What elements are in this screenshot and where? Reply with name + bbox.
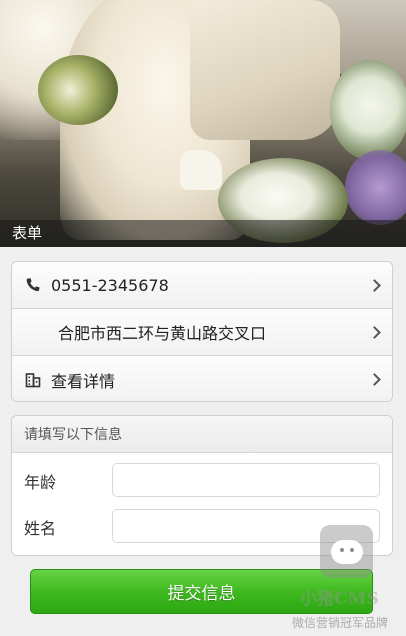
form-header: 请填写以下信息 — [12, 416, 392, 453]
banner-shoe — [180, 150, 222, 190]
name-label: 姓名 — [24, 519, 57, 538]
banner-flowers-purple — [345, 150, 406, 225]
address-row[interactable]: 合肥市西二环与黄山路交叉口 — [12, 309, 392, 356]
banner-flowers-left — [38, 55, 118, 125]
phone-number: 0551-2345678 — [51, 275, 169, 295]
age-label: 年龄 — [24, 473, 57, 492]
chevron-right-icon — [368, 325, 381, 339]
banner-bouquet-right — [330, 60, 406, 160]
age-input[interactable] — [112, 463, 380, 497]
watermark-slogan: 微信营销冠军品牌 — [292, 616, 389, 630]
info-list: 0551-2345678 合肥市西二环与黄山路交叉口 查看详情 — [11, 261, 393, 402]
chevron-right-icon — [368, 278, 381, 292]
phone-row[interactable]: 0551-2345678 — [12, 262, 392, 309]
address-text: 合肥市西二环与黄山路交叉口 — [58, 324, 267, 343]
details-row[interactable]: 查看详情 — [12, 356, 392, 401]
watermark-logo-icon — [320, 525, 373, 578]
building-icon — [24, 371, 42, 389]
banner-image: 表单 — [0, 0, 406, 247]
phone-icon — [24, 276, 42, 294]
banner-caption-bar — [0, 220, 406, 247]
chat-bubble-icon — [330, 539, 363, 564]
banner-groom-suit — [190, 0, 340, 140]
age-row: 年龄 — [12, 457, 392, 503]
details-text: 查看详情 — [51, 371, 116, 391]
chevron-right-icon — [368, 373, 381, 386]
watermark-brand: 小猪CMS — [300, 589, 379, 609]
banner-caption: 表单 — [12, 224, 43, 242]
